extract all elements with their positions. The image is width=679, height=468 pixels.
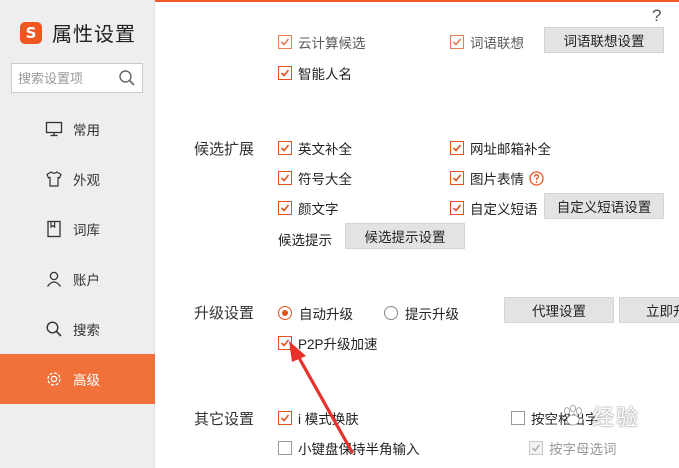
radio-prompt-upgrade[interactable]	[384, 306, 398, 320]
sidebar-item-appearance[interactable]: 外观	[0, 154, 155, 204]
sidebar-item-label: 常用	[73, 123, 100, 138]
option-cloud-calc[interactable]: 云计算候选	[278, 32, 366, 52]
proxy-settings-button[interactable]: 代理设置	[504, 297, 614, 323]
checkbox-letter-select[interactable]	[529, 441, 543, 455]
gear-icon	[44, 369, 64, 389]
monitor-icon	[44, 119, 64, 139]
option-i-mode-skin[interactable]: i 模式换肤	[278, 408, 359, 428]
option-prompt-upgrade[interactable]: 提示升级	[384, 303, 459, 323]
search-icon	[44, 319, 64, 339]
option-smart-name[interactable]: 智能人名	[278, 63, 352, 83]
checkbox-url-email-complete[interactable]	[450, 141, 464, 155]
book-icon	[44, 219, 64, 239]
section-label-upgrade: 升级设置	[194, 305, 255, 322]
sidebar-item-common[interactable]: 常用	[0, 104, 155, 154]
sidebar-item-lexicon[interactable]: 词库	[0, 204, 155, 254]
option-mini-keyboard-halfwidth[interactable]: 小键盘保持半角输入	[278, 438, 420, 458]
option-auto-upgrade[interactable]: 自动升级	[278, 303, 353, 323]
search-input[interactable]	[18, 65, 118, 91]
sidebar: S 属性设置 常用 外观 词库	[0, 0, 155, 468]
candidate-hint-settings-button[interactable]: 候选提示设置	[345, 223, 465, 249]
word-association-settings-button[interactable]: 词语联想设置	[544, 27, 664, 53]
option-image-emoji[interactable]: 图片表情	[450, 168, 544, 188]
section-label-other: 其它设置	[194, 411, 255, 428]
option-symbols[interactable]: 符号大全	[278, 168, 352, 188]
user-icon	[44, 269, 64, 289]
sidebar-item-label: 账户	[73, 273, 100, 288]
settings-content: 云计算候选 词语联想 词语联想设置 智能人名 候选扩展 英文补全 网址邮箱补全 …	[155, 0, 679, 468]
checkbox-mini-keyboard-halfwidth[interactable]	[278, 441, 292, 455]
sidebar-item-label: 高级	[73, 373, 100, 388]
window-title: 属性设置	[52, 24, 136, 46]
sidebar-item-label: 外观	[73, 173, 100, 188]
checkbox-image-emoji[interactable]	[450, 171, 464, 185]
checkbox-word-association[interactable]	[450, 35, 464, 49]
radio-auto-upgrade[interactable]	[278, 306, 292, 320]
watermark-text: 经验	[592, 405, 641, 430]
candidate-hint-label: 候选提示	[278, 233, 332, 248]
checkbox-english-complete[interactable]	[278, 141, 292, 155]
checkbox-custom-phrase[interactable]	[450, 201, 464, 215]
checkbox-space-to-output[interactable]	[511, 411, 525, 425]
settings-window: S 属性设置 常用 外观 词库	[0, 0, 679, 468]
sidebar-item-label: 搜索	[73, 323, 100, 338]
checkbox-p2p-accel[interactable]	[278, 336, 292, 350]
sidebar-item-advanced[interactable]: 高级	[0, 354, 155, 404]
option-url-email-complete[interactable]: 网址邮箱补全	[450, 138, 551, 158]
sidebar-item-search[interactable]: 搜索	[0, 304, 155, 354]
watermark: 经验	[560, 400, 640, 432]
upgrade-now-button[interactable]: 立即升级	[619, 297, 679, 323]
search-icon[interactable]	[118, 69, 136, 87]
option-kaomoji[interactable]: 颜文字	[278, 198, 339, 218]
sidebar-item-account[interactable]: 账户	[0, 254, 155, 304]
paw-icon	[564, 404, 582, 426]
option-english-complete[interactable]: 英文补全	[278, 138, 352, 158]
search-box[interactable]	[11, 63, 143, 93]
tshirt-icon	[44, 169, 64, 189]
section-label-candidate-ext: 候选扩展	[194, 141, 255, 158]
checkbox-symbols[interactable]	[278, 171, 292, 185]
checkbox-kaomoji[interactable]	[278, 201, 292, 215]
checkbox-smart-name[interactable]	[278, 66, 292, 80]
option-custom-phrase[interactable]: 自定义短语	[450, 198, 538, 218]
checkbox-i-mode-skin[interactable]	[278, 411, 292, 425]
question-icon[interactable]	[529, 170, 544, 186]
option-p2p-accel[interactable]: P2P升级加速	[278, 333, 378, 353]
brand: S 属性设置	[20, 18, 136, 47]
sidebar-item-label: 词库	[73, 223, 100, 238]
custom-phrase-settings-button[interactable]: 自定义短语设置	[544, 193, 664, 219]
checkbox-cloud-calc[interactable]	[278, 35, 292, 49]
option-letter-select[interactable]: 按字母选词	[529, 438, 617, 458]
sogou-logo-icon: S	[20, 21, 42, 44]
option-word-association[interactable]: 词语联想	[450, 32, 524, 52]
